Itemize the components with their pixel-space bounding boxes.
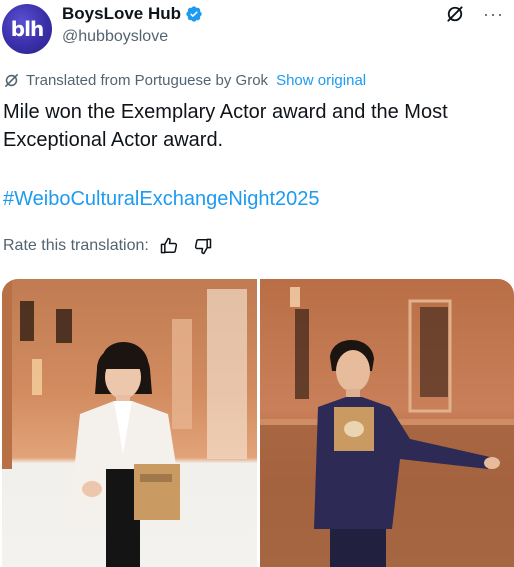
avatar[interactable]: blh xyxy=(2,4,52,54)
verified-badge-icon xyxy=(186,6,202,22)
name-row: BoysLove Hub xyxy=(62,3,203,25)
top-actions: ··· xyxy=(445,4,504,24)
more-options-icon[interactable]: ··· xyxy=(483,5,504,23)
rate-label: Rate this translation: xyxy=(3,237,149,254)
grok-small-icon xyxy=(5,74,18,87)
author-handle[interactable]: @hubboyslove xyxy=(62,28,203,46)
tweet-text: Mile won the Exemplary Actor award and t… xyxy=(3,101,448,151)
photo-right-illustration xyxy=(260,287,514,567)
author-block: BoysLove Hub @hubboyslove xyxy=(62,3,203,46)
photo-right[interactable] xyxy=(260,279,514,567)
hashtag-link[interactable]: #WeiboCulturalExchangeNight2025 xyxy=(3,188,320,211)
media-gallery xyxy=(2,279,514,567)
thumbs-up-icon[interactable] xyxy=(159,236,179,256)
show-original-link[interactable]: Show original xyxy=(276,72,366,89)
rate-translation: Rate this translation: xyxy=(3,236,213,256)
author-name[interactable]: BoysLove Hub xyxy=(62,4,181,24)
photo-left[interactable] xyxy=(2,279,257,567)
grok-icon[interactable] xyxy=(445,4,465,24)
thumbs-down-icon[interactable] xyxy=(193,236,213,256)
avatar-text: blh xyxy=(10,17,44,41)
translation-notice: Translated from Portuguese by Grok Show … xyxy=(3,72,366,89)
photo-left-illustration xyxy=(2,279,247,567)
translation-notice-text: Translated from Portuguese by Grok xyxy=(26,72,269,89)
